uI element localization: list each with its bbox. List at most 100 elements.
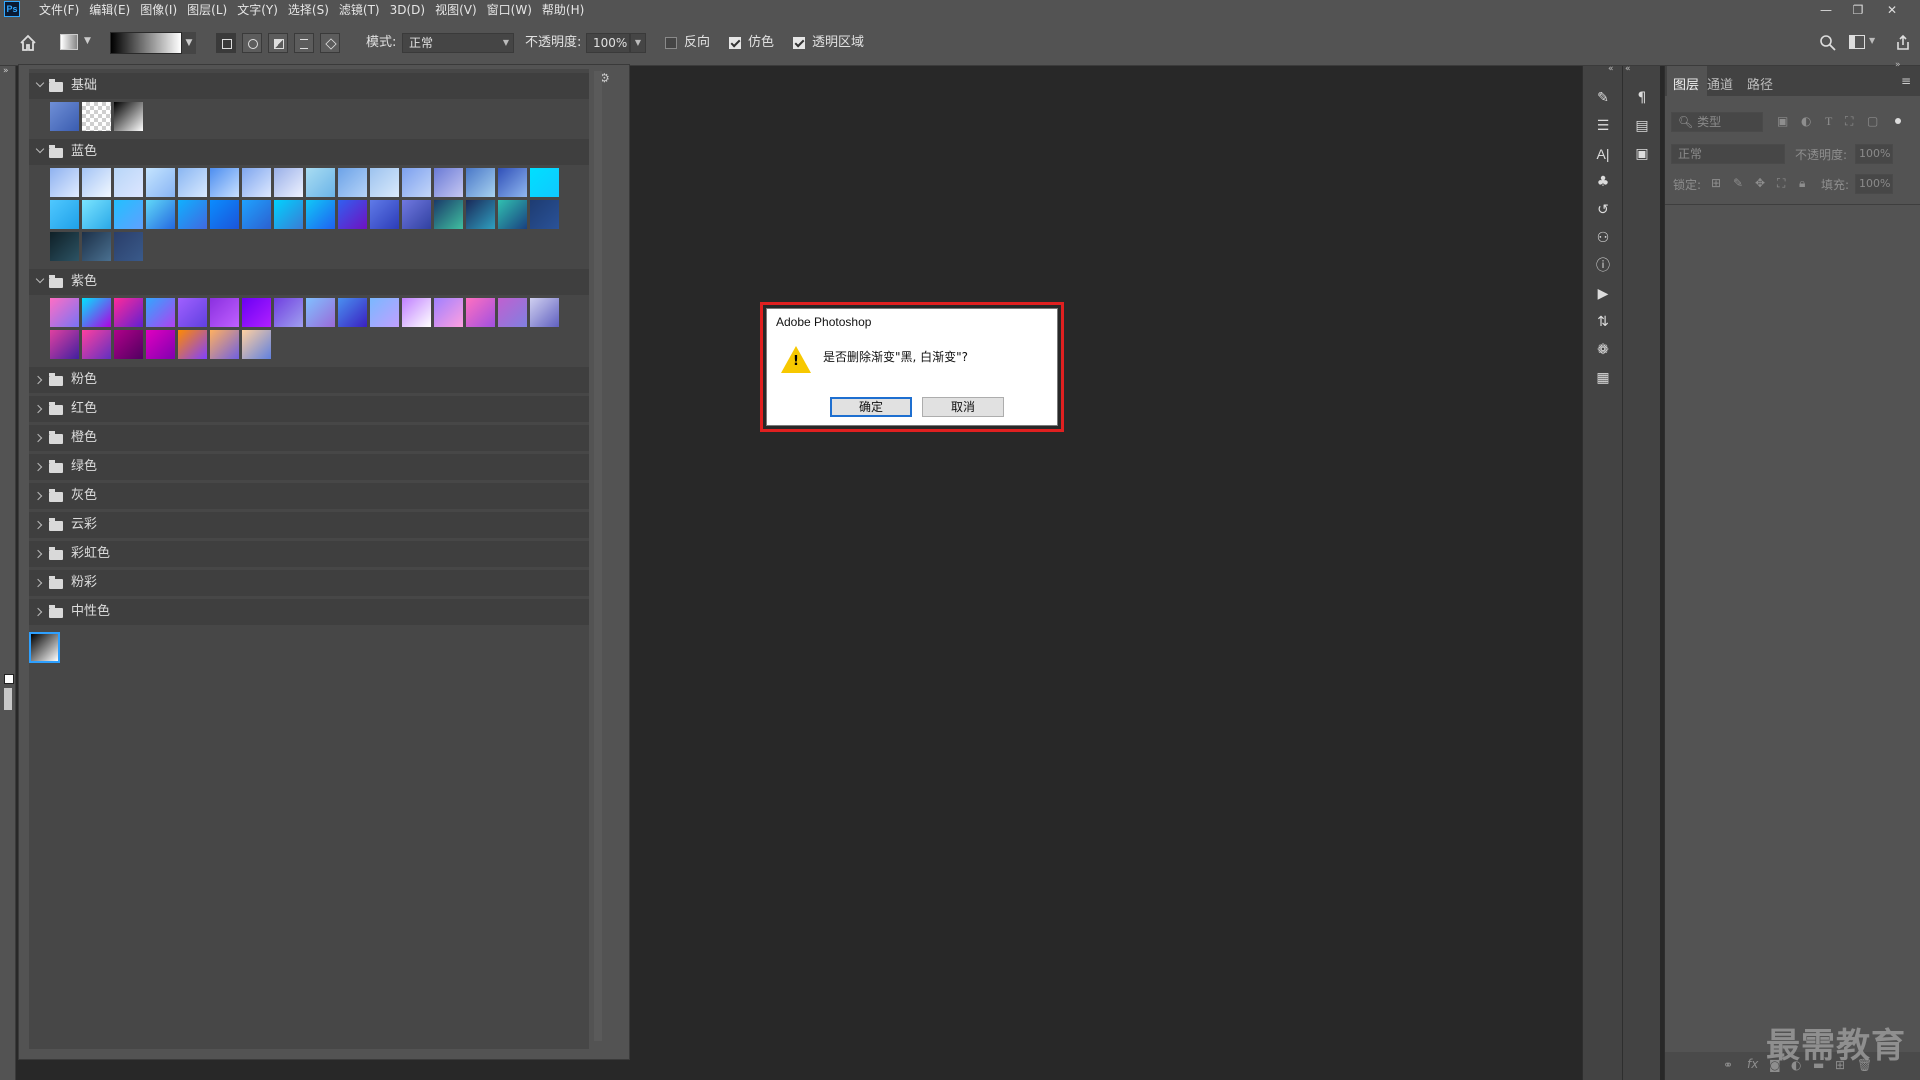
- gradient-swatch[interactable]: [273, 297, 304, 328]
- menu-item[interactable]: 选择(S): [283, 0, 334, 20]
- gradient-swatch[interactable]: [81, 101, 112, 132]
- selected-gradient-swatch[interactable]: [29, 632, 60, 663]
- collapse-strip-icon[interactable]: «: [1608, 64, 1614, 74]
- gradient-swatch[interactable]: [401, 167, 432, 198]
- gradient-swatch[interactable]: [241, 329, 272, 360]
- reverse-checkbox[interactable]: [665, 37, 677, 49]
- gradient-swatch[interactable]: [145, 199, 176, 230]
- paragraph-icon[interactable]: ¶: [1632, 88, 1652, 108]
- gradient-swatch[interactable]: [401, 297, 432, 328]
- timeline-icon[interactable]: ▦: [1593, 368, 1613, 388]
- gradient-swatch[interactable]: [305, 297, 336, 328]
- history-icon[interactable]: ↺: [1593, 200, 1613, 220]
- gradient-swatch[interactable]: [497, 199, 528, 230]
- gradient-swatch[interactable]: [337, 297, 368, 328]
- gradient-swatch[interactable]: [465, 297, 496, 328]
- clone-source-icon[interactable]: ♣: [1593, 172, 1613, 192]
- diamond-gradient-button[interactable]: [320, 33, 340, 53]
- menu-item[interactable]: 图层(L): [182, 0, 232, 20]
- gradient-group-header[interactable]: 灰色: [29, 483, 589, 509]
- gradient-swatch[interactable]: [209, 167, 240, 198]
- lock-all-icon[interactable]: 🔒︎: [1799, 176, 1805, 191]
- gradient-swatch[interactable]: [81, 329, 112, 360]
- notes-icon[interactable]: ▣: [1632, 144, 1652, 164]
- menu-item[interactable]: 3D(D): [385, 0, 430, 20]
- gradient-swatch[interactable]: [401, 199, 432, 230]
- linear-gradient-button[interactable]: [216, 33, 236, 53]
- gradient-swatch[interactable]: [49, 167, 80, 198]
- opacity-chevron-icon[interactable]: ▼: [630, 33, 646, 53]
- gradient-swatch[interactable]: [337, 199, 368, 230]
- gradient-group-header[interactable]: 绿色: [29, 454, 589, 480]
- gradient-swatch[interactable]: [49, 231, 80, 262]
- gradient-swatch[interactable]: [369, 297, 400, 328]
- lock-position-icon[interactable]: ✥: [1755, 176, 1765, 190]
- gradient-group-header[interactable]: 蓝色: [29, 139, 589, 165]
- fx-icon[interactable]: fx: [1747, 1057, 1758, 1071]
- collapse-strip2-icon[interactable]: «: [1625, 64, 1631, 74]
- gradient-swatch[interactable]: [49, 297, 80, 328]
- layer-opacity-input[interactable]: 100%: [1855, 144, 1893, 164]
- filter-adjustment-icon[interactable]: ◐: [1801, 114, 1811, 128]
- transparency-checkbox[interactable]: [793, 37, 805, 49]
- filter-pixel-icon[interactable]: ▣: [1777, 114, 1788, 128]
- gradient-swatch[interactable]: [81, 231, 112, 262]
- foreground-color-swatch[interactable]: [4, 674, 14, 684]
- radial-gradient-button[interactable]: [242, 33, 262, 53]
- gradient-swatch[interactable]: [529, 199, 560, 230]
- blend-mode-dropdown[interactable]: 正常: [1671, 144, 1785, 164]
- expand-toolbar-icon[interactable]: »: [3, 66, 9, 76]
- reflected-gradient-button[interactable]: [294, 33, 314, 53]
- minimize-button[interactable]: —: [1814, 0, 1838, 20]
- gradient-swatch[interactable]: [529, 167, 560, 198]
- gradient-swatch[interactable]: [209, 199, 240, 230]
- tab-channels[interactable]: 通道: [1707, 74, 1733, 93]
- menu-item[interactable]: 窗口(W): [482, 0, 537, 20]
- tool-preset-icon[interactable]: [60, 34, 78, 50]
- angle-gradient-button[interactable]: [268, 33, 288, 53]
- gradient-swatch[interactable]: [273, 167, 304, 198]
- gradient-swatch[interactable]: [337, 167, 368, 198]
- filter-toggle-icon[interactable]: [1895, 118, 1901, 124]
- character-icon[interactable]: A|: [1593, 144, 1613, 164]
- home-icon[interactable]: [18, 33, 38, 53]
- gradient-swatch[interactable]: [81, 199, 112, 230]
- gradient-swatch[interactable]: [497, 297, 528, 328]
- gradient-group-header[interactable]: 粉色: [29, 367, 589, 393]
- gradient-preview[interactable]: [110, 32, 182, 54]
- 3d-icon[interactable]: ❁: [1593, 340, 1613, 360]
- gradient-swatch[interactable]: [177, 199, 208, 230]
- gradient-group-header[interactable]: 彩虹色: [29, 541, 589, 567]
- gradient-swatch[interactable]: [177, 297, 208, 328]
- adjustments-icon[interactable]: ☰: [1593, 116, 1613, 136]
- menu-item[interactable]: 文字(Y): [232, 0, 283, 20]
- share-icon[interactable]: [1893, 33, 1913, 53]
- gradient-swatch[interactable]: [369, 167, 400, 198]
- gradient-swatch[interactable]: [305, 167, 336, 198]
- gradient-group-header[interactable]: 粉彩: [29, 570, 589, 596]
- cancel-button[interactable]: 取消: [922, 397, 1004, 417]
- actions-play-icon[interactable]: ▶: [1593, 284, 1613, 304]
- fill-input[interactable]: 100%: [1855, 174, 1893, 194]
- gradient-swatch[interactable]: [81, 297, 112, 328]
- gradient-group-header[interactable]: 橙色: [29, 425, 589, 451]
- gradient-swatch[interactable]: [113, 167, 144, 198]
- swatches-icon[interactable]: ⇅: [1593, 312, 1613, 332]
- tab-paths[interactable]: 路径: [1747, 74, 1773, 93]
- gradient-swatch[interactable]: [241, 199, 272, 230]
- gradient-swatch[interactable]: [241, 167, 272, 198]
- gradient-swatch[interactable]: [113, 329, 144, 360]
- lock-brush-icon[interactable]: ✎: [1733, 176, 1743, 190]
- gradient-swatch[interactable]: [209, 329, 240, 360]
- picker-scrollbar[interactable]: [594, 71, 602, 1041]
- gradient-swatch[interactable]: [177, 167, 208, 198]
- gradient-swatch[interactable]: [49, 329, 80, 360]
- tool-preset-chevron-icon[interactable]: ▼: [84, 36, 91, 46]
- dither-checkbox[interactable]: [729, 37, 741, 49]
- layer-filter-dropdown[interactable]: 🔍︎ 类型: [1671, 112, 1763, 132]
- filter-smart-object-icon[interactable]: ▢: [1867, 114, 1878, 128]
- gradient-swatch[interactable]: [209, 297, 240, 328]
- link-layers-icon[interactable]: ⚭: [1723, 1058, 1733, 1072]
- gradient-swatch[interactable]: [145, 167, 176, 198]
- libraries-icon[interactable]: ▤: [1632, 116, 1652, 136]
